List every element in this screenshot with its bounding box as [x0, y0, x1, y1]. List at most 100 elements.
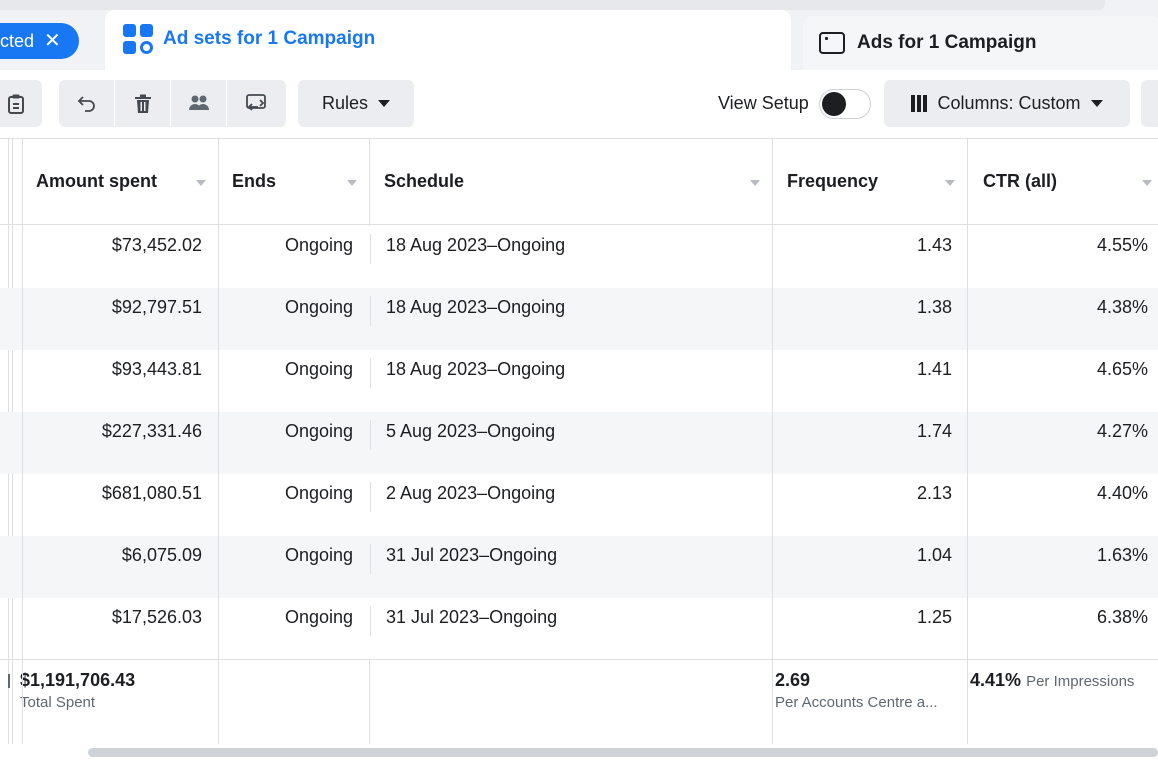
schedule-cell: 2 Aug 2023–Ongoing	[386, 483, 556, 503]
total-frequency-caption: Per Accounts Centre a...	[775, 694, 938, 711]
cell-divider	[370, 358, 371, 388]
cell-divider	[370, 296, 371, 326]
delete-button[interactable]	[115, 80, 170, 127]
people-icon	[188, 95, 209, 110]
header-ends[interactable]: Ends	[232, 139, 362, 224]
schedule-cell: 18 Aug 2023–Ongoing	[386, 359, 566, 379]
ctr-cell: 4.55%	[1096, 235, 1148, 255]
frequency-cell: 2.13	[916, 483, 952, 503]
table-row[interactable]: $681,080.51 Ongoing 2 Aug 2023–Ongoing 2…	[0, 474, 1158, 536]
ad-sets-table: Amount spent Ends Schedule Frequency CTR…	[0, 138, 1158, 744]
frequency-cell: 1.41	[916, 359, 952, 379]
sort-icon[interactable]	[945, 180, 955, 186]
cell-divider	[370, 234, 371, 264]
total-ctr-value: 4.41%	[970, 670, 1022, 690]
schedule-cell: 18 Aug 2023–Ongoing	[386, 235, 566, 255]
frequency-cell: 1.43	[916, 235, 952, 255]
view-setup-label: View Setup	[718, 93, 809, 113]
clipboard-button[interactable]	[0, 80, 42, 127]
total-frequency-value: 2.69	[775, 670, 811, 690]
rules-dropdown[interactable]: Rules	[298, 80, 414, 127]
tab-ad-sets-label: Ad sets for 1 Campaign	[163, 28, 376, 49]
frequency-cell: 1.38	[916, 297, 952, 317]
selected-filter-pill[interactable]: cted ✕	[0, 23, 79, 59]
ends-cell: Ongoing	[284, 607, 353, 627]
close-icon[interactable]: ✕	[44, 31, 61, 51]
total-amount-caption: Total Spent	[20, 694, 96, 711]
amount-spent-cell: $93,443.81	[111, 359, 202, 379]
sort-icon[interactable]	[347, 180, 357, 186]
cell-divider	[370, 544, 371, 574]
table-row[interactable]: $227,331.46 Ongoing 5 Aug 2023–Ongoing 1…	[0, 412, 1158, 474]
tab-ads-label: Ads for 1 Campaign	[857, 32, 1037, 53]
total-ctr-cell: 4.41% Per Impressions	[970, 660, 1156, 744]
columns-icon	[911, 95, 928, 112]
ends-cell: Ongoing	[284, 483, 353, 503]
table-row[interactable]: $6,075.09 Ongoing 31 Jul 2023–Ongoing 1.…	[0, 536, 1158, 598]
header-ends-label: Ends	[232, 171, 277, 191]
ctr-cell: 4.40%	[1096, 483, 1148, 503]
ends-cell: Ongoing	[284, 359, 353, 379]
total-amount-value: $1,191,706.43	[20, 670, 136, 690]
table-row[interactable]: $73,452.02 Ongoing 18 Aug 2023–Ongoing 1…	[0, 226, 1158, 288]
header-schedule-label: Schedule	[384, 171, 465, 191]
column-divider	[218, 139, 219, 744]
table-header: Amount spent Ends Schedule Frequency CTR…	[0, 139, 1158, 225]
ctr-cell: 4.27%	[1096, 421, 1148, 441]
column-divider	[369, 659, 370, 744]
frequency-cell: 1.04	[916, 545, 952, 565]
swap-button[interactable]	[227, 80, 286, 127]
amount-spent-cell: $17,526.03	[111, 607, 202, 627]
sort-icon[interactable]	[1142, 180, 1152, 186]
ads-window-icon	[819, 32, 845, 54]
ad-sets-grid-icon	[123, 24, 153, 54]
amount-spent-cell: $92,797.51	[111, 297, 202, 317]
toolbar-overflow-button[interactable]	[1141, 80, 1158, 127]
table-row[interactable]: $93,443.81 Ongoing 18 Aug 2023–Ongoing 1…	[0, 350, 1158, 412]
table-row[interactable]: $92,797.51 Ongoing 18 Aug 2023–Ongoing 1…	[0, 288, 1158, 350]
ends-cell: Ongoing	[284, 297, 353, 317]
undo-button[interactable]	[59, 80, 114, 127]
ctr-cell: 4.65%	[1096, 359, 1148, 379]
tab-ads[interactable]: Ads for 1 Campaign	[803, 16, 1158, 70]
header-amount-spent[interactable]: Amount spent	[36, 139, 216, 224]
schedule-cell: 18 Aug 2023–Ongoing	[386, 297, 566, 317]
schedule-cell: 31 Jul 2023–Ongoing	[386, 607, 558, 627]
undo-icon	[77, 95, 95, 112]
total-amount-cell: $1,191,706.43 Total Spent	[20, 660, 210, 744]
ends-cell: Ongoing	[284, 545, 353, 565]
columns-dropdown[interactable]: Columns: Custom	[884, 80, 1130, 127]
people-button[interactable]	[171, 80, 226, 127]
sort-icon[interactable]	[750, 180, 760, 186]
cell-divider	[370, 482, 371, 512]
amount-spent-cell: $227,331.46	[101, 421, 202, 441]
tab-strip-top-edge	[0, 0, 1105, 10]
schedule-cell: 31 Jul 2023–Ongoing	[386, 545, 558, 565]
totals-marker	[8, 674, 10, 688]
horizontal-scrollbar[interactable]	[88, 748, 1158, 757]
header-frequency[interactable]: Frequency	[787, 139, 957, 224]
table-row[interactable]: $17,526.03 Ongoing 31 Jul 2023–Ongoing 1…	[0, 598, 1158, 660]
total-frequency-cell: 2.69 Per Accounts Centre a...	[775, 660, 959, 744]
caret-down-icon	[1090, 100, 1103, 107]
column-divider	[967, 139, 968, 744]
header-ctr[interactable]: CTR (all)	[983, 139, 1143, 224]
totals-row: $1,191,706.43 Total Spent 2.69 Per Accou…	[0, 659, 1158, 744]
ctr-cell: 1.63%	[1096, 545, 1148, 565]
cell-divider	[370, 606, 371, 636]
header-schedule[interactable]: Schedule	[384, 139, 764, 224]
header-ctr-label: CTR (all)	[983, 171, 1057, 191]
selected-pill-label: cted	[0, 30, 35, 51]
sort-icon[interactable]	[196, 180, 206, 186]
tab-ad-sets[interactable]: Ad sets for 1 Campaign	[105, 10, 791, 72]
header-frequency-label: Frequency	[787, 171, 879, 191]
rules-label: Rules	[321, 93, 369, 113]
frequency-cell: 1.25	[916, 607, 952, 627]
columns-label: Columns: Custom	[937, 93, 1081, 113]
caret-down-icon	[378, 100, 391, 107]
column-divider	[22, 139, 23, 744]
column-divider	[369, 139, 370, 226]
view-setup-toggle[interactable]	[818, 88, 871, 119]
trash-icon	[134, 94, 151, 113]
swap-icon	[245, 93, 266, 111]
